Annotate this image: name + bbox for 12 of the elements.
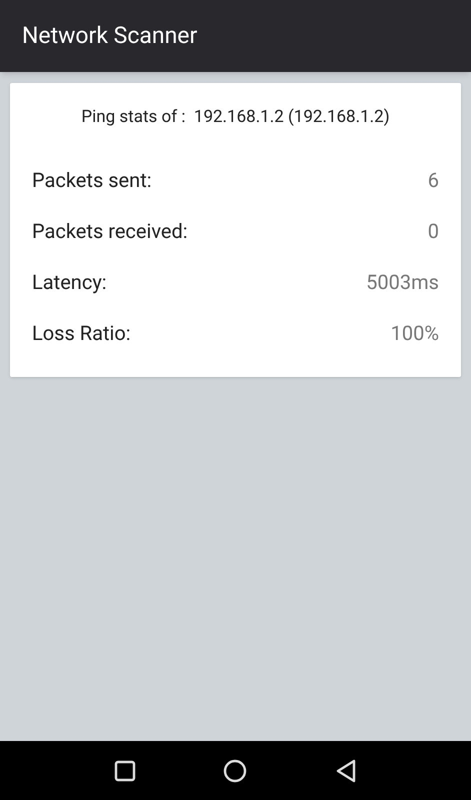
- stat-label: Packets received:: [32, 218, 188, 245]
- stat-value: 100%: [390, 320, 439, 347]
- stat-label: Packets sent:: [32, 167, 152, 194]
- app-title: Network Scanner: [22, 20, 198, 51]
- stat-value: 6: [428, 167, 439, 194]
- stat-value: 5003ms: [366, 269, 439, 296]
- stat-label: Latency:: [32, 269, 107, 296]
- card-heading: Ping stats of : 192.168.1.2 (192.168.1.2): [81, 106, 390, 129]
- home-icon[interactable]: [223, 758, 248, 782]
- recents-icon[interactable]: [113, 758, 138, 782]
- stat-value: 0: [428, 218, 439, 245]
- stat-label: Loss Ratio:: [32, 320, 131, 347]
